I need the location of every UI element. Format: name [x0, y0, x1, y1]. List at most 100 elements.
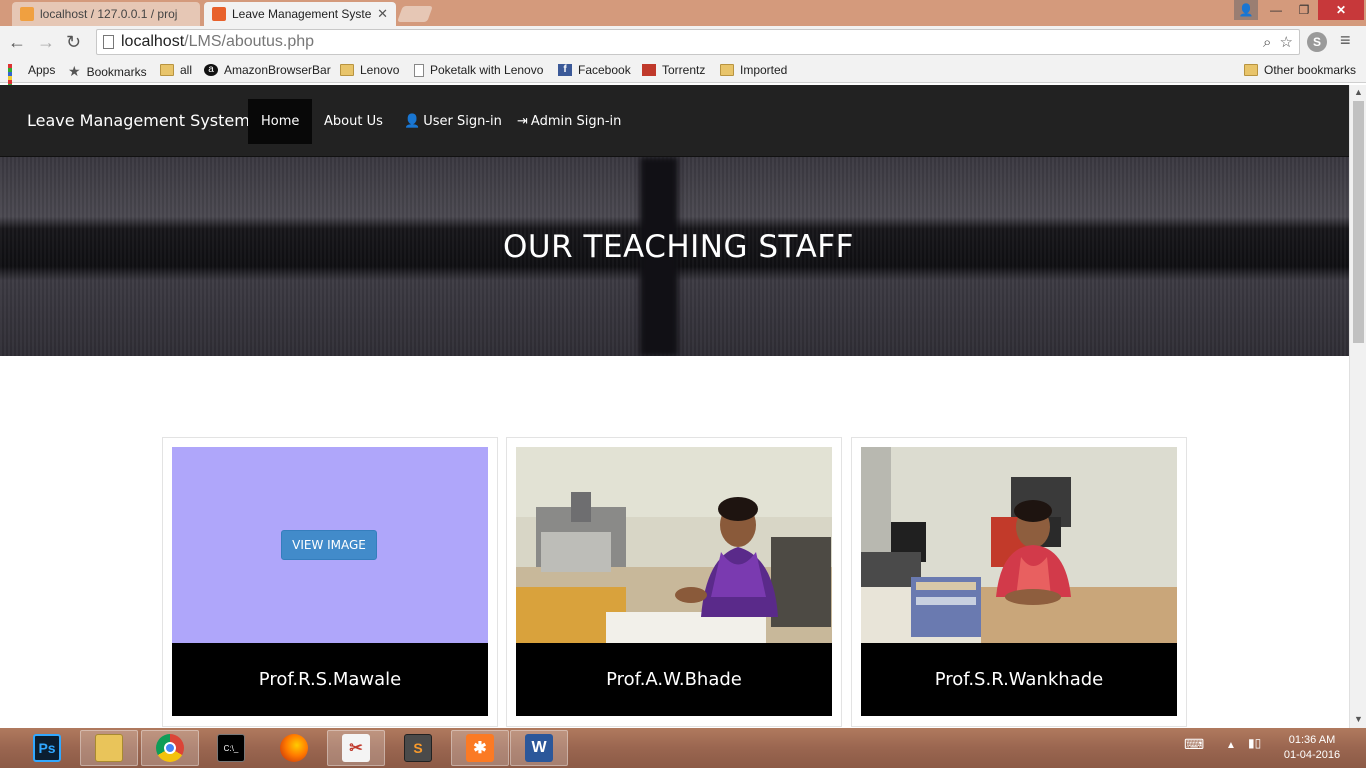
taskbar-chrome[interactable] — [141, 730, 199, 766]
bookmark-poketalk[interactable]: Poketalk with Lenovo — [414, 63, 543, 77]
facebook-icon: f — [558, 64, 572, 76]
page-icon — [103, 35, 114, 49]
scroll-up-icon[interactable]: ▲ — [1354, 87, 1363, 97]
teacher-photo-image — [516, 447, 832, 643]
bookmark-apps[interactable]: Apps — [8, 63, 56, 100]
site-navbar: Leave Management System Home About Us 👤 … — [0, 85, 1349, 157]
maximize-button[interactable]: ❐ — [1290, 0, 1318, 20]
address-path: /LMS/aboutus.php — [184, 33, 315, 50]
taskbar-file-explorer[interactable] — [80, 730, 138, 766]
tray-expand-icon[interactable]: ▲ — [1226, 740, 1236, 751]
nav-label: Home — [261, 114, 300, 129]
bookmark-lenovo[interactable]: Lenovo — [340, 63, 399, 77]
new-tab-button[interactable] — [397, 6, 433, 22]
bookmark-label: Bookmarks — [86, 64, 147, 79]
taskbar-firefox[interactable] — [265, 730, 323, 766]
page-scrollbar[interactable]: ▲ ▼ — [1349, 85, 1366, 728]
teacher-photo-image — [861, 447, 1177, 643]
sublime-text-icon: S — [404, 734, 432, 762]
keyboard-icon[interactable]: ⌨ — [1184, 736, 1204, 753]
bookmark-label: Facebook — [578, 63, 631, 77]
staff-name: Prof.S.R.Wankhade — [861, 643, 1177, 716]
xampp-icon: ✱ — [466, 734, 494, 762]
chrome-icon — [156, 734, 184, 762]
word-icon: W — [525, 734, 553, 762]
folder-icon — [720, 64, 734, 76]
taskbar-xampp[interactable]: ✱ — [451, 730, 509, 766]
bookmark-star-icon[interactable]: ☆ — [1280, 34, 1293, 51]
bookmark-label: Apps — [28, 63, 56, 77]
close-tab-icon[interactable]: ✕ — [377, 6, 388, 22]
apps-grid-icon — [8, 64, 22, 100]
taskbar-command-prompt[interactable]: C:\_ — [202, 730, 260, 766]
bookmark-other[interactable]: Other bookmarks — [1244, 63, 1356, 77]
nav-about-us[interactable]: About Us — [311, 99, 396, 144]
bookmark-all[interactable]: all — [160, 63, 192, 77]
search-icon[interactable]: ⌕ — [1263, 34, 1271, 51]
nav-home[interactable]: Home — [248, 99, 313, 144]
staff-photo[interactable] — [861, 447, 1177, 643]
hero-banner: OUR TEACHING STAFF — [0, 157, 1349, 356]
nav-admin-sign-in[interactable]: ⇥ Admin Sign-in — [504, 99, 634, 144]
bookmark-label: all — [180, 63, 193, 77]
clock-date: 01-04-2016 — [1283, 749, 1341, 761]
address-bar[interactable]: localhost/LMS/aboutus.php ⌕ ☆ — [96, 29, 1300, 55]
address-host: localhost — [121, 33, 185, 50]
bookmark-amazon[interactable]: a AmazonBrowserBar — [204, 63, 331, 77]
back-arrow-icon[interactable]: ← — [8, 32, 26, 53]
folder-icon — [340, 64, 354, 76]
taskbar-sublime-text[interactable]: S — [389, 730, 447, 766]
photoshop-icon: Ps — [33, 734, 61, 762]
skype-extension-icon[interactable]: S — [1307, 32, 1327, 52]
staff-name: Prof.A.W.Bhade — [516, 643, 832, 716]
taskbar-photoshop[interactable]: Ps — [18, 730, 76, 766]
site-brand[interactable]: Leave Management System — [27, 111, 250, 130]
phpmyadmin-icon — [20, 7, 34, 21]
staff-name: Prof.R.S.Mawale — [172, 643, 488, 716]
taskbar-word[interactable]: W — [510, 730, 568, 766]
reload-icon[interactable]: ↻ — [66, 32, 81, 53]
staff-photo[interactable] — [516, 447, 832, 643]
network-icon[interactable]: ▮▯ — [1248, 736, 1261, 750]
forward-arrow-icon[interactable]: → — [37, 32, 55, 53]
bookmark-torrentz[interactable]: Torrentz — [642, 63, 705, 77]
scroll-down-icon[interactable]: ▼ — [1354, 714, 1363, 724]
nav-user-sign-in[interactable]: 👤 User Sign-in — [391, 99, 515, 144]
bookmark-label: Poketalk with Lenovo — [430, 63, 544, 77]
tab-phpmyadmin[interactable]: localhost / 127.0.0.1 / proj — [12, 2, 200, 26]
nav-label: About Us — [324, 114, 383, 129]
view-image-button[interactable]: VIEW IMAGE — [281, 530, 377, 560]
tab-leave-management[interactable]: Leave Management Syste ✕ — [204, 2, 396, 26]
amazon-icon: a — [204, 64, 218, 76]
bookmark-label: Other bookmarks — [1264, 63, 1357, 77]
xampp-favicon-icon — [212, 7, 226, 21]
browser-toolbar: ← → ↻ localhost/LMS/aboutus.php ⌕ ☆ S ≡ — [0, 26, 1366, 59]
bookmark-bookmarks[interactable]: ★ Bookmarks — [68, 63, 147, 80]
browser-menu-icon[interactable]: ≡ — [1340, 30, 1351, 51]
bookmark-label: AmazonBrowserBar — [224, 63, 331, 77]
nav-label: Admin Sign-in — [530, 114, 622, 129]
firefox-icon — [280, 734, 308, 762]
bookmark-facebook[interactable]: f Facebook — [558, 63, 631, 77]
snipping-tool-icon: ✂ — [342, 734, 370, 762]
folder-icon — [1244, 64, 1258, 76]
user-profile-icon[interactable]: 👤 — [1234, 0, 1258, 20]
bookmark-imported[interactable]: Imported — [720, 63, 787, 77]
staff-card: Prof.S.R.Wankhade — [851, 437, 1187, 727]
taskbar-snipping-tool[interactable]: ✂ — [327, 730, 385, 766]
scrollbar-thumb[interactable] — [1353, 101, 1364, 343]
bookmark-label: Torrentz — [662, 63, 706, 77]
close-window-button[interactable]: ✕ — [1318, 0, 1364, 20]
star-icon: ★ — [68, 63, 81, 79]
bookmark-label: Imported — [740, 63, 788, 77]
staff-card: VIEW IMAGE Prof.R.S.Mawale — [162, 437, 498, 727]
minimize-button[interactable]: — — [1262, 0, 1290, 20]
command-prompt-icon: C:\_ — [217, 734, 245, 762]
taskbar-clock[interactable]: 01:36 AM 01-04-2016 — [1276, 733, 1348, 763]
nav-label: User Sign-in — [423, 114, 502, 129]
file-explorer-icon — [95, 734, 123, 762]
hero-title: OUR TEACHING STAFF — [503, 229, 854, 265]
login-icon: ⇥ — [517, 114, 528, 129]
bookmark-label: Lenovo — [360, 63, 400, 77]
torrentz-icon — [642, 64, 656, 76]
